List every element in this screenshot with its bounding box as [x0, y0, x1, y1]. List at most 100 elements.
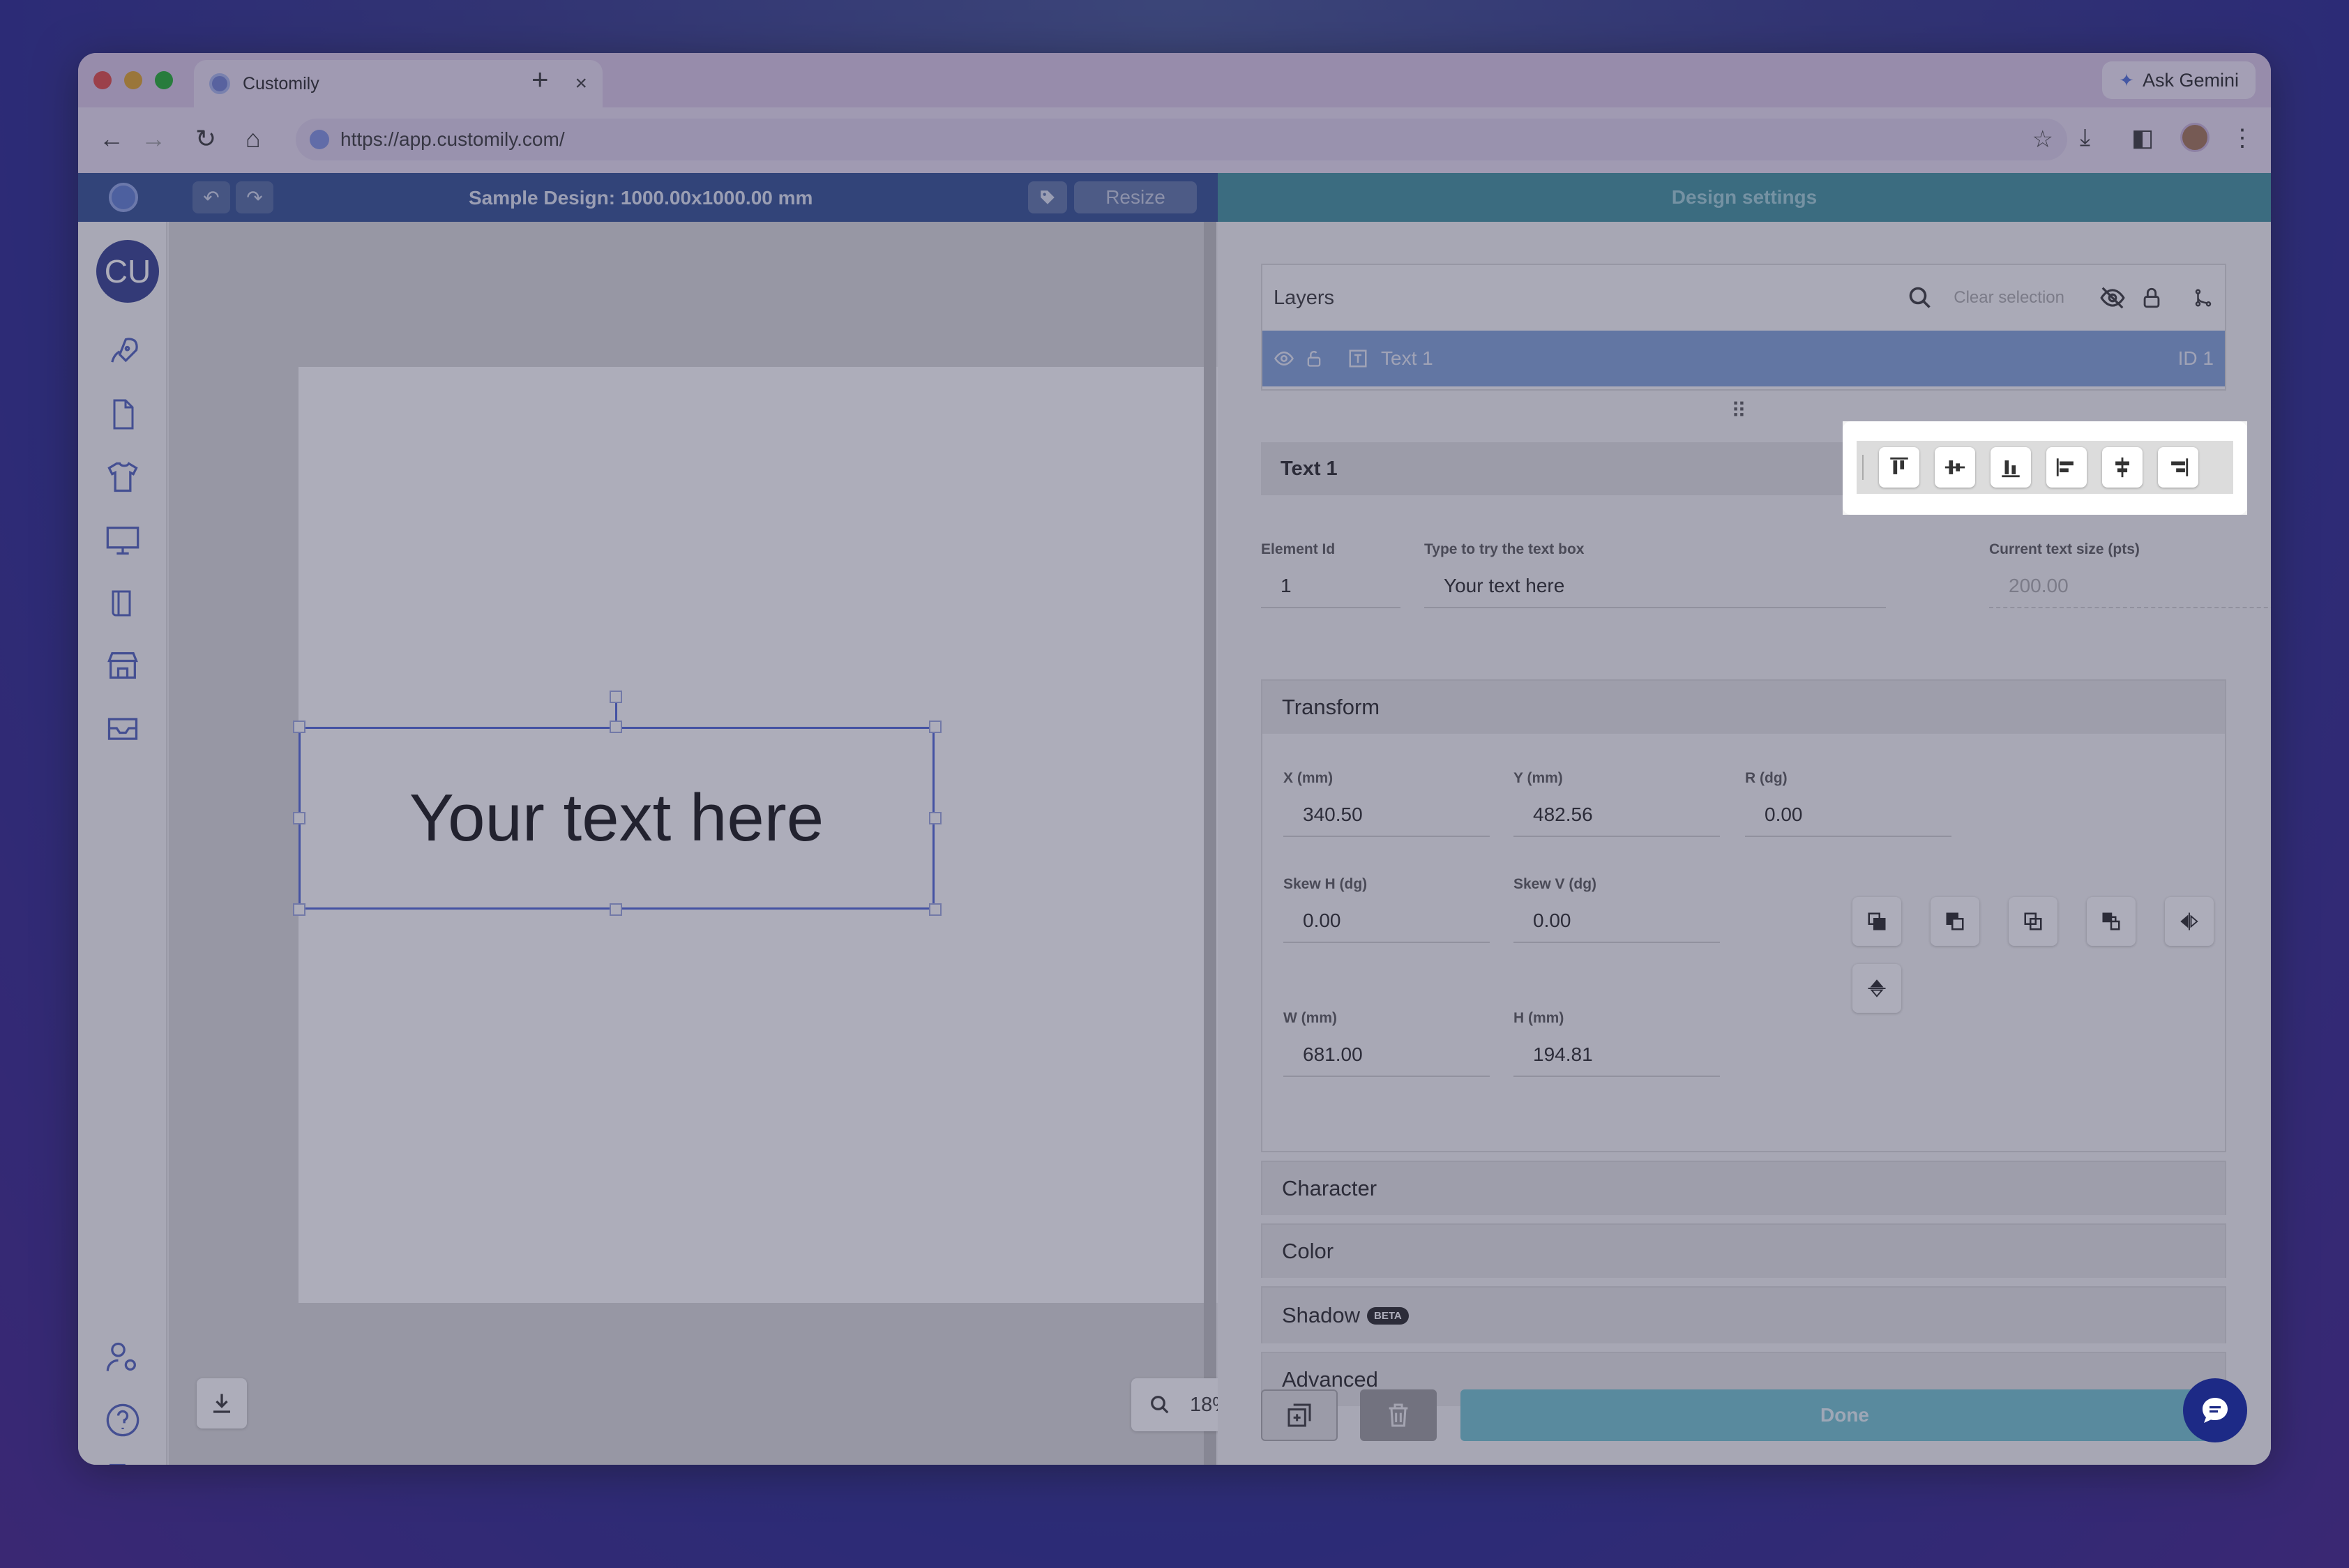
layer-item[interactable]: Text 1 ID 1 — [1262, 331, 2225, 386]
home-icon[interactable]: ⌂ — [246, 124, 261, 153]
lock-all-icon[interactable] — [2140, 286, 2163, 310]
transform-header[interactable]: Transform — [1262, 681, 2225, 734]
resize-button[interactable]: Resize — [1074, 181, 1197, 213]
bring-forward-icon[interactable] — [1852, 897, 1901, 946]
address-bar[interactable]: https://app.customily.com/ ☆ — [296, 119, 2067, 160]
tag-icon[interactable] — [1028, 181, 1067, 213]
download-icon — [213, 1394, 230, 1413]
resize-handle-r[interactable] — [929, 812, 942, 824]
downloads-icon[interactable]: ⤓ — [2080, 124, 2090, 151]
customily-logo-icon[interactable] — [109, 183, 138, 212]
duplicate-layer-button[interactable] — [1261, 1389, 1338, 1441]
shadow-section[interactable]: Shadow BETA — [1261, 1286, 2226, 1343]
user-settings-icon[interactable] — [102, 1336, 144, 1378]
y-field[interactable]: 482.56 — [1513, 804, 1720, 837]
monitor-icon[interactable] — [102, 519, 144, 561]
transform-title: Transform — [1282, 695, 1380, 719]
clear-selection-button[interactable]: Clear selection — [1954, 288, 2064, 308]
bookmark-star-icon[interactable]: ☆ — [2032, 126, 2053, 153]
new-tab-button[interactable]: + — [531, 63, 549, 96]
shadow-header[interactable]: Shadow BETA — [1262, 1288, 2225, 1343]
artboard[interactable]: Your text here — [293, 367, 1233, 1303]
redo-icon[interactable]: ↷ — [236, 181, 273, 213]
layer-visibility-eye-icon[interactable] — [1274, 348, 1294, 369]
hide-all-eye-icon[interactable] — [2099, 285, 2126, 311]
text-layer-box[interactable]: Your text here — [299, 727, 935, 910]
browser-menu-icon[interactable]: ⋮ — [2230, 124, 2254, 152]
align-middle-icon[interactable] — [1935, 447, 1975, 488]
resize-handle-br[interactable] — [929, 903, 942, 916]
layer-unlock-icon[interactable] — [1304, 349, 1324, 368]
layer-tree-icon[interactable] — [2193, 287, 2214, 308]
forward-arrow-icon[interactable]: → — [141, 124, 166, 153]
rotation-handle[interactable] — [610, 691, 622, 703]
align-center-icon[interactable] — [2102, 447, 2143, 488]
resize-handle-b[interactable] — [610, 903, 622, 916]
resize-handle-tl[interactable] — [293, 721, 305, 733]
layers-search-icon[interactable] — [1908, 285, 1933, 310]
align-bottom-icon[interactable] — [1991, 447, 2031, 488]
resize-handle-l[interactable] — [293, 812, 305, 824]
help-icon[interactable] — [102, 1399, 144, 1441]
align-left-icon[interactable] — [2046, 447, 2087, 488]
document-icon[interactable] — [102, 393, 144, 435]
editor-header: ↶ ↷ Sample Design: 1000.00x1000.00 mm Re… — [78, 173, 1218, 222]
h-field[interactable]: 194.81 — [1513, 1043, 1720, 1077]
tshirt-icon[interactable] — [102, 456, 144, 498]
tab-strip: Customily × + ✦ Ask Gemini — [78, 53, 2271, 107]
resize-handle-t[interactable] — [610, 721, 622, 733]
done-button[interactable]: Done — [1460, 1389, 2229, 1441]
ask-gemini-button[interactable]: ✦ Ask Gemini — [2102, 61, 2256, 99]
undo-icon[interactable]: ↶ — [192, 181, 230, 213]
logout-icon[interactable] — [102, 1458, 144, 1465]
panel-resize-grip-icon[interactable]: ⠿ — [1731, 399, 1746, 423]
color-header[interactable]: Color — [1262, 1225, 2225, 1278]
w-label: W (mm) — [1283, 1010, 1337, 1026]
character-section[interactable]: Character — [1261, 1161, 2226, 1215]
inbox-icon[interactable] — [102, 707, 144, 749]
site-info-icon[interactable] — [310, 130, 329, 149]
back-arrow-icon[interactable]: ← — [99, 124, 124, 153]
beta-badge: BETA — [1367, 1306, 1409, 1325]
close-window-button[interactable] — [93, 71, 112, 89]
color-section[interactable]: Color — [1261, 1223, 2226, 1278]
skew-h-field[interactable]: 0.00 — [1283, 910, 1490, 943]
maximize-window-button[interactable] — [155, 71, 173, 89]
h-label: H (mm) — [1513, 1010, 1564, 1026]
align-top-icon[interactable] — [1879, 447, 1919, 488]
send-to-back-icon[interactable] — [2087, 897, 2136, 946]
reload-icon[interactable]: ↻ — [195, 124, 216, 153]
delete-layer-button[interactable] — [1360, 1389, 1437, 1441]
bring-to-front-icon[interactable] — [2009, 897, 2057, 946]
profile-avatar[interactable] — [2180, 123, 2210, 152]
layers-title: Layers — [1274, 286, 1335, 309]
send-backward-icon[interactable] — [1931, 897, 1979, 946]
user-avatar[interactable]: CU — [96, 240, 159, 303]
element-id-field[interactable]: 1 — [1261, 575, 1400, 608]
rocket-icon[interactable] — [102, 331, 144, 372]
resize-handle-bl[interactable] — [293, 903, 305, 916]
support-chat-button[interactable] — [2183, 1378, 2247, 1442]
store-icon[interactable] — [102, 644, 144, 686]
skew-v-field[interactable]: 0.00 — [1513, 910, 1720, 943]
x-field[interactable]: 340.50 — [1283, 804, 1490, 837]
flip-vertical-icon[interactable] — [1852, 964, 1901, 1013]
shadow-title: Shadow — [1282, 1303, 1361, 1327]
side-panel-icon[interactable]: ◧ — [2131, 124, 2154, 152]
align-right-icon[interactable] — [2158, 447, 2198, 488]
close-tab-icon[interactable]: × — [575, 72, 587, 96]
textbox-try-input[interactable]: Your text here — [1424, 575, 1886, 608]
flip-horizontal-icon[interactable] — [2165, 897, 2214, 946]
canvas-scrollbar[interactable] — [1204, 222, 1216, 1465]
download-button[interactable] — [197, 1378, 247, 1428]
book-icon[interactable] — [102, 582, 144, 624]
character-header[interactable]: Character — [1262, 1162, 2225, 1215]
textbox-try-label: Type to try the text box — [1424, 541, 1585, 557]
duplicate-icon — [1287, 1403, 1311, 1427]
resize-handle-tr[interactable] — [929, 721, 942, 733]
design-canvas[interactable]: Your text here 18% — [169, 222, 1269, 1465]
alignment-separator — [1862, 455, 1864, 480]
minimize-window-button[interactable] — [124, 71, 142, 89]
r-field[interactable]: 0.00 — [1745, 804, 1951, 837]
w-field[interactable]: 681.00 — [1283, 1043, 1490, 1077]
